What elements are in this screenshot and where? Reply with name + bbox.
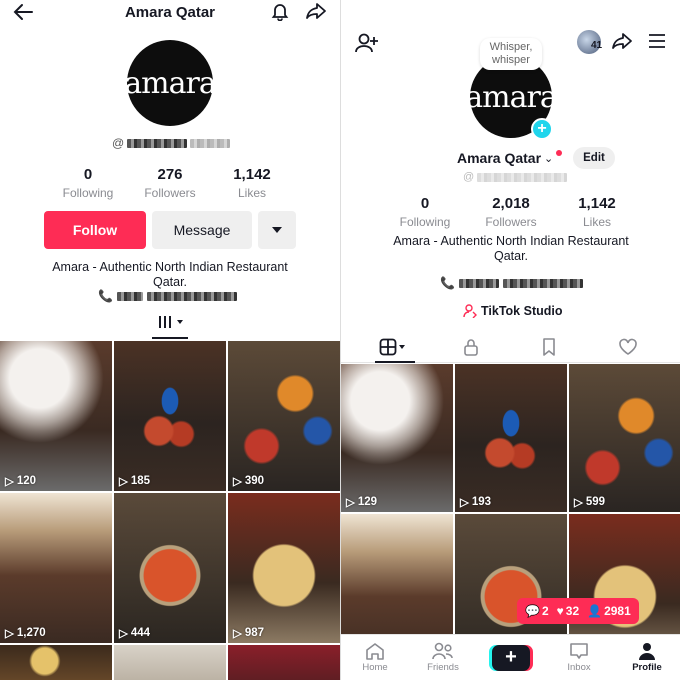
video-tile[interactable]: ▷ 987 <box>228 493 340 643</box>
suggested-dropdown-button[interactable] <box>258 211 296 249</box>
follow-button[interactable]: Follow <box>44 211 146 249</box>
grid-bars-icon <box>159 316 171 328</box>
stat-following[interactable]: 0 Following <box>395 195 455 229</box>
play-icon: ▷ <box>460 497 469 509</box>
video-tile[interactable]: ▷ 185 <box>114 341 226 491</box>
back-arrow-icon[interactable] <box>12 2 34 22</box>
bottom-nav: Home Friends + Inbox Profile <box>341 634 680 680</box>
nav-friends[interactable]: Friends <box>409 635 477 680</box>
video-tile[interactable]: ▷ 120 <box>0 341 112 491</box>
nav-home[interactable]: Home <box>341 635 409 680</box>
bio-line-2: Qatar. <box>152 275 188 289</box>
left-profile-panel: Amara Qatar amara @ 0 Following 276 Follow… <box>0 0 340 680</box>
tab-liked-heart-icon[interactable] <box>618 338 638 356</box>
friends-icon <box>432 642 453 660</box>
play-icon: ▷ <box>5 476 14 488</box>
profile-icon <box>639 643 655 660</box>
play-icon: ▷ <box>119 476 128 488</box>
message-button[interactable]: Message <box>152 211 252 249</box>
tab-indicator <box>375 361 415 363</box>
video-tile[interactable] <box>228 645 340 680</box>
nav-profile[interactable]: Profile <box>613 635 680 680</box>
play-icon: ▷ <box>5 628 14 640</box>
person-icon: 👤 <box>587 604 603 618</box>
profile-name-row[interactable]: Amara Qatar ⌄ <box>457 150 563 166</box>
profile-title: Amara Qatar <box>124 4 216 21</box>
stat-likes[interactable]: 1,142 Likes <box>567 195 627 229</box>
activity-notification-pill[interactable]: 💬 2 ♥ 32 👤 2981 <box>517 598 639 624</box>
stat-followers[interactable]: 276 Followers <box>140 166 200 200</box>
video-tile[interactable]: ▷ 390 <box>228 341 340 491</box>
add-friend-icon[interactable] <box>355 32 379 54</box>
videos-tab[interactable] <box>158 316 183 328</box>
video-tile[interactable]: ▷ 1,270 <box>0 493 112 643</box>
studio-person-icon <box>463 304 477 318</box>
username: @ <box>112 136 231 150</box>
tab-videos[interactable] <box>379 338 405 356</box>
bio-line-1: Amara - Authentic North Indian Restauran… <box>393 234 629 248</box>
profile-name: Amara Qatar <box>457 150 542 166</box>
video-tile[interactable] <box>0 645 112 680</box>
caret-down-icon <box>399 345 405 349</box>
whisper-bubble[interactable]: Whisper, whisper <box>480 38 542 70</box>
right-profile-panel: 41 amara Whisper, whisper + Amara Qatar … <box>340 0 680 680</box>
stat-following[interactable]: 0 Following <box>58 166 118 200</box>
caret-down-icon <box>177 320 183 324</box>
caret-down-icon <box>272 227 282 233</box>
play-icon: ▷ <box>233 476 242 488</box>
heart-icon: ♥ <box>556 604 564 618</box>
home-icon <box>366 643 384 660</box>
play-icon: ▷ <box>233 628 242 640</box>
contact-row[interactable]: 📞 <box>98 289 237 303</box>
share-icon[interactable] <box>305 1 327 21</box>
grid-icon <box>379 338 397 356</box>
bio-line-2: Qatar. <box>493 249 529 263</box>
video-tile[interactable]: ▷ 129 <box>341 364 453 512</box>
video-tile[interactable] <box>114 645 226 680</box>
play-icon: ▷ <box>119 628 128 640</box>
video-tile[interactable]: ▷ 444 <box>114 493 226 643</box>
tab-private-lock-icon[interactable] <box>463 338 479 356</box>
content-tabs <box>341 335 680 363</box>
phone-icon: 📞 <box>440 276 455 290</box>
edit-profile-button[interactable]: Edit <box>573 147 615 169</box>
stat-followers[interactable]: 2,018 Followers <box>481 195 541 229</box>
nav-inbox[interactable]: Inbox <box>545 635 613 680</box>
tiktok-studio-link[interactable]: TikTok Studio <box>463 304 562 318</box>
video-grid: ▷ 120 ▷ 185 ▷ 390 ▷ 1,270 ▷ 444 ▷ 987 <box>0 341 340 680</box>
notification-dot <box>556 150 563 156</box>
story-count: 41 <box>591 40 603 51</box>
video-tile[interactable]: ▷ 599 <box>569 364 680 512</box>
nav-create[interactable]: + <box>477 635 545 680</box>
play-icon: ▷ <box>574 497 583 509</box>
bio-line-1: Amara - Authentic North Indian Restauran… <box>52 260 288 274</box>
share-icon[interactable] <box>611 31 633 51</box>
menu-icon[interactable] <box>648 33 666 49</box>
phone-icon: 📞 <box>98 289 113 303</box>
play-icon: ▷ <box>346 497 355 509</box>
chevron-down-icon: ⌄ <box>544 152 554 165</box>
tab-indicator <box>152 337 188 339</box>
add-avatar-plus-icon[interactable]: + <box>531 118 553 140</box>
bell-icon[interactable] <box>270 1 290 21</box>
inbox-icon <box>570 643 588 659</box>
username: @ <box>463 171 568 183</box>
profile-avatar: amara <box>124 40 217 126</box>
create-plus-icon: + <box>492 644 530 671</box>
tab-saved-bookmark-icon[interactable] <box>541 338 557 356</box>
video-tile[interactable]: ▷ 193 <box>455 364 567 512</box>
stat-likes[interactable]: 1,142 Likes <box>222 166 282 200</box>
contact-row[interactable]: 📞 <box>440 276 583 290</box>
comment-icon: 💬 <box>525 604 540 618</box>
